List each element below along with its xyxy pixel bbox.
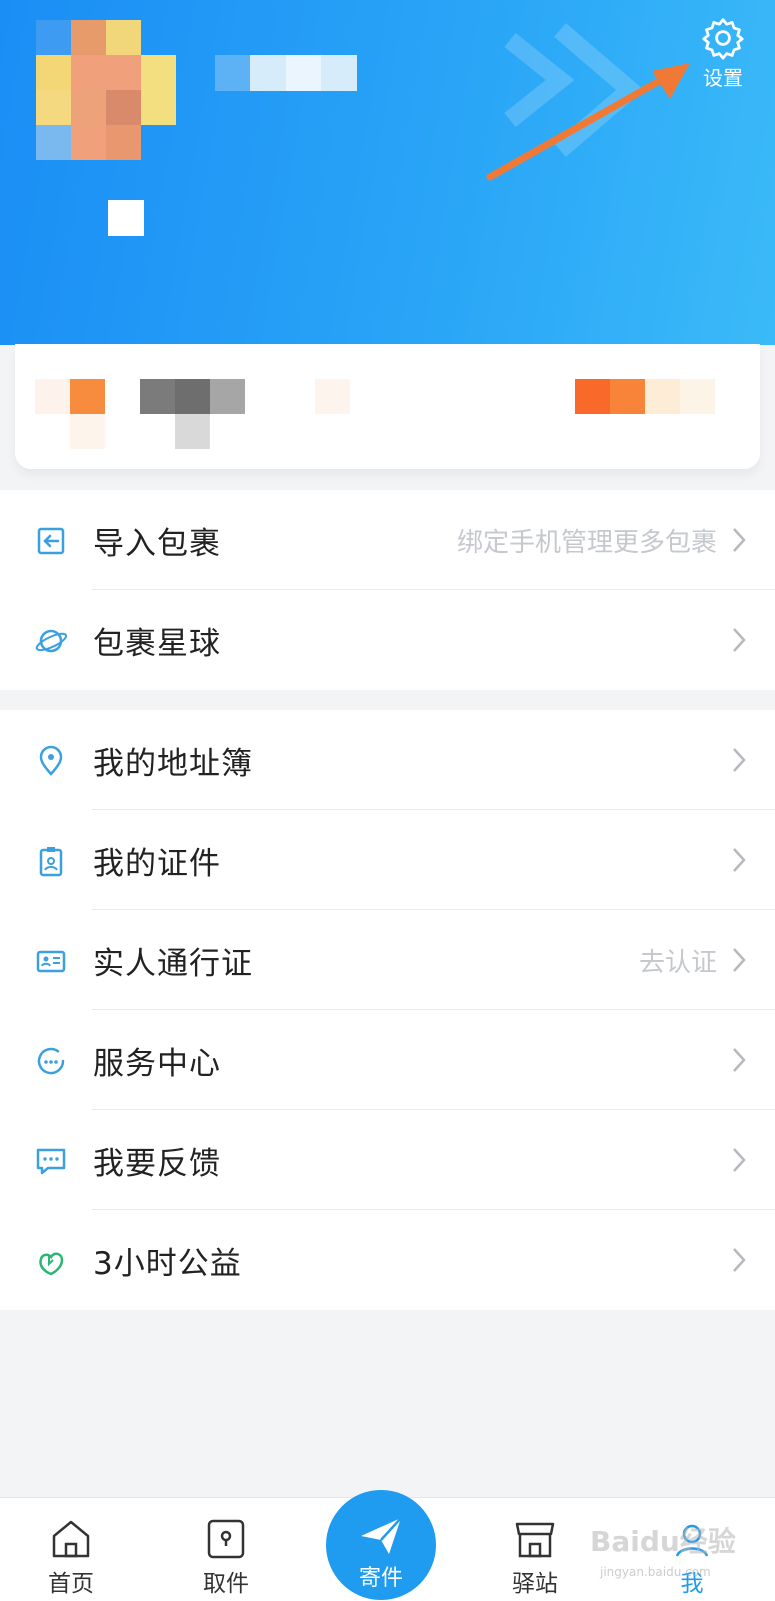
chevron-right-icon bbox=[733, 1148, 746, 1172]
menu-label: 导入包裹 bbox=[93, 525, 221, 562]
planet-icon bbox=[34, 624, 68, 658]
tab-label: 取件 bbox=[203, 1571, 249, 1597]
id-card-icon bbox=[34, 944, 68, 978]
tab-label: 寄件 bbox=[358, 1566, 403, 1591]
menu-hint: 去认证 bbox=[638, 947, 717, 978]
send-package-button[interactable]: 寄件 bbox=[326, 1490, 436, 1600]
menu-label: 我的地址簿 bbox=[93, 745, 253, 782]
menu-label: 包裹星球 bbox=[93, 625, 221, 662]
location-pin-icon bbox=[34, 744, 68, 778]
annotation-arrow bbox=[486, 63, 690, 181]
chevron-right-icon bbox=[733, 1048, 746, 1072]
menu-item-3h-charity[interactable]: 3小时公益 bbox=[0, 1210, 775, 1310]
charity-icon bbox=[34, 1244, 68, 1278]
menu-label: 实人通行证 bbox=[93, 945, 253, 982]
menu-hint: 绑定手机管理更多包裹 bbox=[456, 527, 717, 558]
tab-station[interactable]: 驿站 bbox=[480, 1498, 590, 1601]
settings-button[interactable]: 设置 bbox=[693, 16, 753, 96]
watermark-url: jingyan.baidu.com bbox=[600, 1565, 711, 1579]
stats-card bbox=[15, 344, 760, 469]
menu-item-address-book[interactable]: 我的地址簿 bbox=[0, 710, 775, 810]
chevron-right-icon bbox=[733, 748, 746, 772]
chevron-right-icon bbox=[733, 848, 746, 872]
chevron-right-icon bbox=[733, 948, 746, 972]
feedback-icon bbox=[34, 1144, 68, 1178]
watermark: Baidu经验 bbox=[590, 1525, 736, 1558]
store-icon bbox=[515, 1522, 555, 1558]
menu-group-1: 导入包裹 绑定手机管理更多包裹 包裹星球 bbox=[0, 490, 775, 690]
menu-group-2: 我的地址簿 我的证件 实人通行证 去认证 服务中心 我要反馈 3小时公益 bbox=[0, 710, 775, 1310]
menu-label: 3小时公益 bbox=[93, 1245, 242, 1282]
menu-item-real-person-pass[interactable]: 实人通行证 去认证 bbox=[0, 910, 775, 1010]
paper-plane-icon bbox=[361, 1517, 402, 1554]
locker-icon bbox=[207, 1519, 245, 1559]
username bbox=[215, 55, 360, 91]
home-icon bbox=[52, 1520, 90, 1558]
menu-label: 服务中心 bbox=[93, 1045, 221, 1082]
chevron-right-icon bbox=[733, 628, 746, 652]
tab-label: 首页 bbox=[48, 1571, 94, 1597]
menu-item-service-center[interactable]: 服务中心 bbox=[0, 1010, 775, 1110]
avatar[interactable] bbox=[36, 20, 181, 165]
tab-pickup[interactable]: 取件 bbox=[171, 1498, 281, 1601]
tab-home[interactable]: 首页 bbox=[16, 1498, 126, 1601]
service-icon bbox=[34, 1044, 68, 1078]
chevron-right-icon bbox=[733, 1248, 746, 1272]
menu-item-feedback[interactable]: 我要反馈 bbox=[0, 1110, 775, 1210]
menu-item-import-package[interactable]: 导入包裹 绑定手机管理更多包裹 bbox=[0, 490, 775, 590]
menu-label: 我的证件 bbox=[93, 845, 221, 882]
import-icon bbox=[34, 524, 68, 558]
settings-label: 设置 bbox=[703, 66, 743, 90]
profile-header: 设置 bbox=[0, 0, 775, 345]
menu-item-package-planet[interactable]: 包裹星球 bbox=[0, 590, 775, 690]
chevron-right-icon bbox=[733, 528, 746, 552]
id-badge-icon bbox=[34, 844, 68, 878]
menu-label: 我要反馈 bbox=[93, 1145, 221, 1182]
gear-icon bbox=[702, 18, 744, 60]
menu-item-my-documents[interactable]: 我的证件 bbox=[0, 810, 775, 910]
member-badge bbox=[108, 200, 144, 236]
tab-label: 驿站 bbox=[512, 1571, 558, 1597]
